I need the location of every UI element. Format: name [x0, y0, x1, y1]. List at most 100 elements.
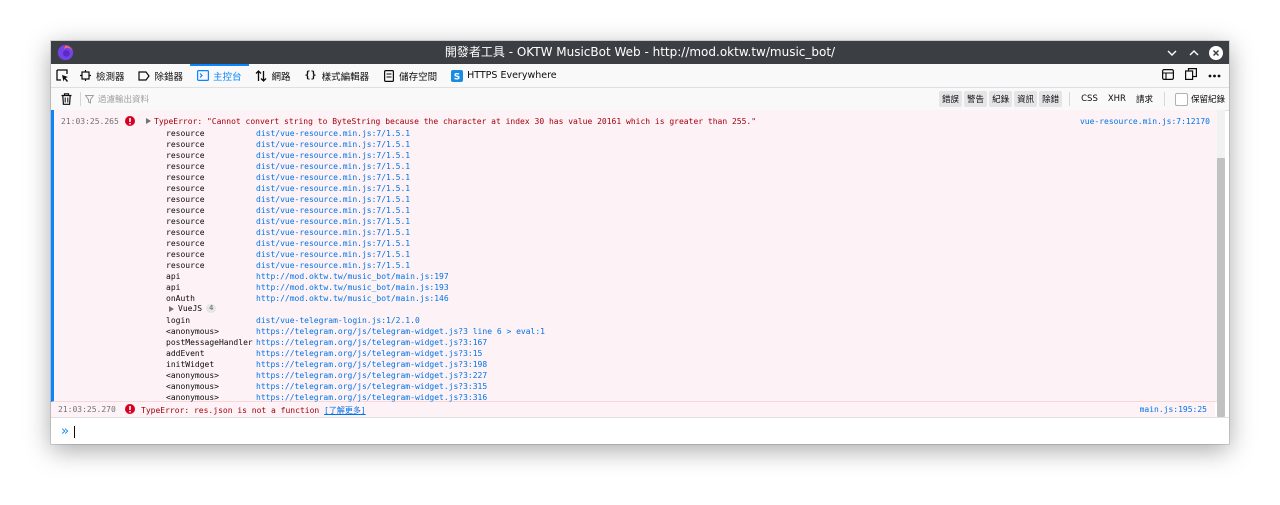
filter-icon	[85, 94, 94, 104]
frame-source-link[interactable]: https://telegram.org/js/telegram-widget.…	[256, 348, 482, 359]
frame-source-link[interactable]: dist/vue-resource.min.js:7/1.5.1	[256, 161, 410, 172]
frame-source-link[interactable]: https://telegram.org/js/telegram-widget.…	[256, 326, 545, 337]
learn-more-link[interactable]: [了解更多]	[324, 406, 366, 415]
frame-source-link[interactable]: http://mod.oktw.tw/music_bot/main.js:146	[256, 293, 449, 304]
expand-arrow-icon[interactable]	[146, 118, 151, 124]
frame-source-link[interactable]: dist/vue-resource.min.js:7/1.5.1	[256, 238, 410, 249]
console-message-error[interactable]: 21:03:25.265 TypeError: "Cannot convert …	[51, 110, 1218, 402]
tab-style-editor[interactable]: {} 樣式編輯器	[298, 64, 377, 87]
more-options-button[interactable]	[1208, 70, 1221, 81]
title-bar: 開發者工具 - OKTW MusicBot Web - http://mod.o…	[51, 41, 1229, 64]
group-count-badge: 4	[206, 304, 217, 313]
error-message-text: TypeError: res.json is not a function	[141, 406, 320, 415]
persist-logs-checkbox[interactable]: 保留紀錄	[1174, 92, 1225, 106]
console-input[interactable]: »	[51, 417, 1229, 444]
stack-group-vuejs[interactable]: VueJS 4	[169, 304, 217, 313]
filter-xhr-button[interactable]: XHR	[1104, 92, 1130, 106]
split-console-button[interactable]	[1162, 68, 1175, 83]
close-window-button[interactable]	[1209, 45, 1223, 60]
frame-function-name: resource	[166, 206, 205, 215]
checkbox-box	[1174, 92, 1188, 106]
frame-source-link[interactable]: https://telegram.org/js/telegram-widget.…	[256, 337, 487, 348]
filter-debug-button[interactable]: 除錯	[1039, 91, 1063, 107]
chevron-down-icon	[1167, 50, 1177, 56]
chevron-up-icon	[1189, 49, 1199, 55]
tab-label: HTTPS Everywhere	[467, 70, 557, 81]
frame-source-link[interactable]: dist/vue-resource.min.js:7/1.5.1	[256, 216, 410, 227]
frame-function-name: resource	[166, 239, 205, 248]
element-picker-button[interactable]	[51, 64, 73, 87]
frame-function-name: addEvent	[166, 349, 205, 358]
prompt-icon: »	[61, 424, 69, 439]
divider	[80, 92, 81, 106]
frame-function-name: resource	[166, 162, 205, 171]
message-timestamp: 21:03:25.265	[61, 117, 119, 126]
message-location-link[interactable]: vue-resource.min.js:7:12170	[1080, 117, 1210, 126]
filter-css-button[interactable]: CSS	[1077, 92, 1102, 106]
frame-source-link[interactable]: dist/vue-telegram-login.js:1/2.1.0	[256, 315, 420, 326]
tab-storage[interactable]: 儲存空間	[376, 64, 444, 87]
frame-source-link[interactable]: dist/vue-resource.min.js:7/1.5.1	[256, 249, 410, 260]
group-label: VueJS	[178, 304, 203, 313]
frame-source-link[interactable]: dist/vue-resource.min.js:7/1.5.1	[256, 128, 410, 139]
close-icon	[1209, 45, 1223, 60]
minimize-button[interactable]	[1165, 46, 1179, 60]
clear-console-button[interactable]	[56, 88, 76, 110]
tab-debugger[interactable]: 除錯器	[132, 64, 191, 87]
frame-function-name: resource	[166, 228, 205, 237]
tab-label: 儲存空間	[399, 71, 438, 83]
frame-source-link[interactable]: dist/vue-resource.min.js:7/1.5.1	[256, 194, 410, 205]
frame-source-link[interactable]: dist/vue-resource.min.js:7/1.5.1	[256, 205, 410, 216]
frame-function-name: api	[166, 283, 181, 292]
console-output: 21:03:25.265 TypeError: "Cannot convert …	[51, 110, 1229, 418]
frame-source-link[interactable]: dist/vue-resource.min.js:7/1.5.1	[256, 150, 410, 161]
message-location-link[interactable]: main.js:195:25	[1140, 405, 1207, 414]
tab-inspector[interactable]: 檢測器	[73, 64, 132, 87]
frame-source-link[interactable]: dist/vue-resource.min.js:7/1.5.1	[256, 183, 410, 194]
filter-errors-button[interactable]: 錯誤	[939, 91, 963, 107]
expand-arrow-icon	[169, 305, 174, 312]
debugger-icon	[138, 69, 151, 82]
filter-warnings-button[interactable]: 警告	[964, 91, 988, 107]
error-message-line: TypeError: res.json is not a function [了…	[141, 405, 366, 416]
frame-function-name: <anonymous>	[166, 327, 219, 336]
frame-function-name: resource	[166, 250, 205, 259]
filter-logs-button[interactable]: 紀錄	[989, 91, 1013, 107]
console-message-error[interactable]: 21:03:25.270 TypeError: res.json is not …	[51, 402, 1215, 418]
tab-label: 主控台	[213, 71, 242, 83]
persist-logs-label: 保留紀錄	[1190, 95, 1225, 105]
frame-source-link[interactable]: dist/vue-resource.min.js:7/1.5.1	[256, 260, 410, 271]
filter-output-input[interactable]: 過濾輸出資料	[85, 93, 149, 105]
frame-function-name: resource	[166, 195, 205, 204]
https-everywhere-icon: S	[450, 69, 463, 82]
tab-network[interactable]: 網路	[249, 64, 298, 87]
filter-info-button[interactable]: 資訊	[1014, 91, 1038, 107]
tab-https-everywhere[interactable]: S HTTPS Everywhere	[444, 64, 564, 87]
tab-label: 檢測器	[96, 71, 125, 83]
frame-source-link[interactable]: dist/vue-resource.min.js:7/1.5.1	[256, 139, 410, 150]
split-console-icon	[1162, 68, 1175, 80]
tab-console[interactable]: 主控台	[190, 64, 249, 87]
frame-function-name: resource	[166, 173, 205, 182]
frame-source-link[interactable]: dist/vue-resource.min.js:7/1.5.1	[256, 172, 410, 183]
maximize-button[interactable]	[1187, 46, 1201, 60]
frame-source-link[interactable]: https://telegram.org/js/telegram-widget.…	[256, 370, 487, 381]
frame-function-name: postMessageHandler	[166, 338, 253, 347]
frame-function-name: <anonymous>	[166, 371, 219, 380]
filter-requests-button[interactable]: 請求	[1132, 91, 1157, 107]
console-icon	[196, 69, 209, 82]
frame-function-name: onAuth	[166, 294, 195, 303]
storage-icon	[382, 69, 395, 82]
console-scrollbar[interactable]	[1217, 110, 1225, 417]
divider	[1163, 92, 1165, 106]
frame-source-link[interactable]: https://telegram.org/js/telegram-widget.…	[256, 359, 487, 370]
frame-source-link[interactable]: dist/vue-resource.min.js:7/1.5.1	[256, 227, 410, 238]
dock-options-button[interactable]	[1185, 68, 1197, 83]
scrollbar-thumb[interactable]	[1217, 158, 1225, 417]
devtools-toolbar: 檢測器 除錯器 主控台 網路 {} 樣式編輯器 儲存空間 S HTTPS Eve…	[51, 64, 1229, 88]
frame-source-link[interactable]: http://mod.oktw.tw/music_bot/main.js:193	[256, 282, 449, 293]
frame-source-link[interactable]: http://mod.oktw.tw/music_bot/main.js:197	[256, 271, 449, 282]
frame-source-link[interactable]: https://telegram.org/js/telegram-widget.…	[256, 381, 487, 392]
windows-icon	[1185, 68, 1197, 80]
devtools-window: 開發者工具 - OKTW MusicBot Web - http://mod.o…	[51, 41, 1229, 444]
